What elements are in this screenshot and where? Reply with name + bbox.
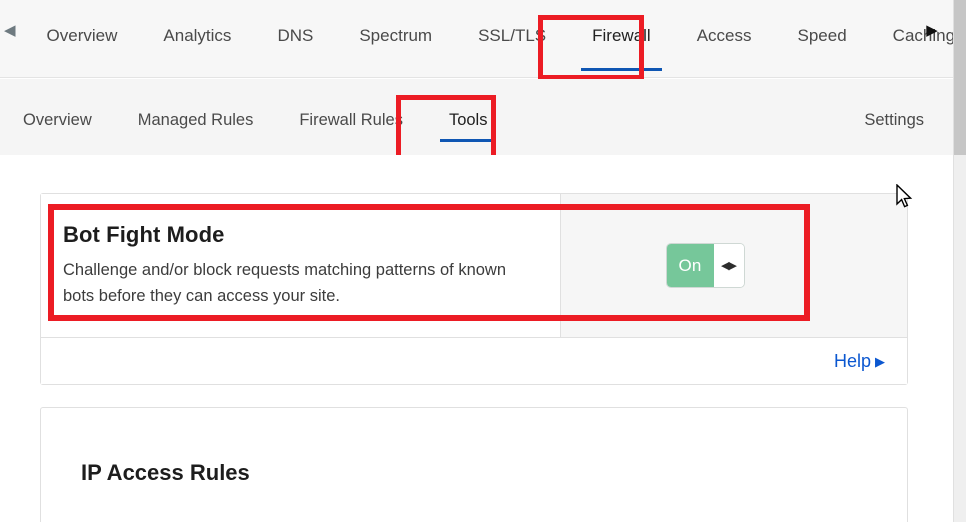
subtab-label: Firewall Rules [299, 111, 403, 129]
ip-access-rules-card: IP Access Rules IP Access Rules can be b… [40, 407, 908, 522]
nav-tab-label: Overview [46, 26, 118, 45]
browser-viewport: ◀ Overview Analytics DNS Spectrum SSL/TL… [0, 0, 966, 522]
chevron-left-icon[interactable]: ◀ [4, 0, 16, 78]
subtab-settings[interactable]: Settings [864, 109, 924, 131]
subtab-label: Tools [448, 111, 488, 129]
subtab-label: Managed Rules [137, 111, 254, 129]
subtab-overview[interactable]: Overview [0, 79, 115, 155]
primary-navigation-bar: ◀ Overview Analytics DNS Spectrum SSL/TL… [0, 0, 955, 78]
help-link[interactable]: Help ▶ [834, 351, 885, 372]
nav-tab-dns[interactable]: DNS [254, 0, 336, 78]
bot-fight-mode-card: Bot Fight Mode Challenge and/or block re… [40, 193, 908, 385]
nav-tab-speed[interactable]: Speed [775, 0, 870, 78]
subtab-tools[interactable]: Tools [426, 79, 511, 155]
ip-access-rules-description: IP Access Rules can be based on IP addre… [41, 488, 907, 522]
primary-nav-items: Overview Analytics DNS Spectrum SSL/TLS … [24, 0, 966, 78]
bot-fight-mode-title: Bot Fight Mode [63, 222, 225, 247]
bot-fight-mode-footer: Help ▶ [41, 337, 907, 384]
bot-fight-mode-description: Challenge and/or block requests matching… [63, 261, 507, 305]
bot-fight-mode-description-area: Bot Fight Mode Challenge and/or block re… [41, 194, 561, 337]
subtab-firewall-rules[interactable]: Firewall Rules [276, 79, 426, 155]
bot-fight-mode-body: Bot Fight Mode Challenge and/or block re… [41, 194, 907, 337]
nav-tab-firewall[interactable]: Firewall [569, 0, 674, 78]
active-tab-underline [581, 68, 662, 71]
nav-tab-label: Speed [797, 26, 847, 45]
nav-tab-label: Firewall [592, 26, 651, 45]
bot-fight-mode-toggle[interactable]: On ◀▶ [665, 243, 745, 288]
ip-access-rules-title: IP Access Rules [81, 460, 250, 485]
subtab-label: Settings [864, 111, 924, 129]
active-subtab-underline [439, 139, 497, 142]
nav-tab-spectrum[interactable]: Spectrum [336, 0, 455, 78]
help-link-label: Help [833, 350, 871, 371]
scrollbar-thumb[interactable] [954, 0, 966, 155]
subtab-label: Overview [23, 111, 92, 129]
nav-tab-label: Spectrum [359, 26, 433, 45]
nav-tab-ssl-tls[interactable]: SSL/TLS [455, 0, 569, 78]
vertical-scrollbar[interactable] [953, 0, 966, 522]
nav-tab-label: Access [696, 26, 752, 45]
nav-tab-access[interactable]: Access [674, 0, 775, 78]
nav-tab-overview[interactable]: Overview [24, 0, 141, 78]
main-content: Bot Fight Mode Challenge and/or block re… [0, 155, 953, 522]
triangle-right-icon: ▶ [875, 353, 885, 369]
subtab-managed-rules[interactable]: Managed Rules [115, 79, 277, 155]
nav-tab-label: SSL/TLS [478, 26, 547, 45]
bot-fight-mode-control-area: On ◀▶ [561, 194, 907, 337]
nav-tab-label: Analytics [163, 26, 232, 45]
nav-tab-label: DNS [277, 26, 314, 45]
secondary-nav-items: Overview Managed Rules Firewall Rules To… [0, 79, 510, 155]
secondary-navigation-bar: Overview Managed Rules Firewall Rules To… [0, 79, 953, 155]
left-right-arrows-icon[interactable]: ◀▶ [713, 244, 744, 287]
toggle-state-label: On [666, 244, 714, 287]
chevron-right-icon[interactable]: ▶ [917, 0, 947, 78]
nav-tab-analytics[interactable]: Analytics [140, 0, 254, 78]
